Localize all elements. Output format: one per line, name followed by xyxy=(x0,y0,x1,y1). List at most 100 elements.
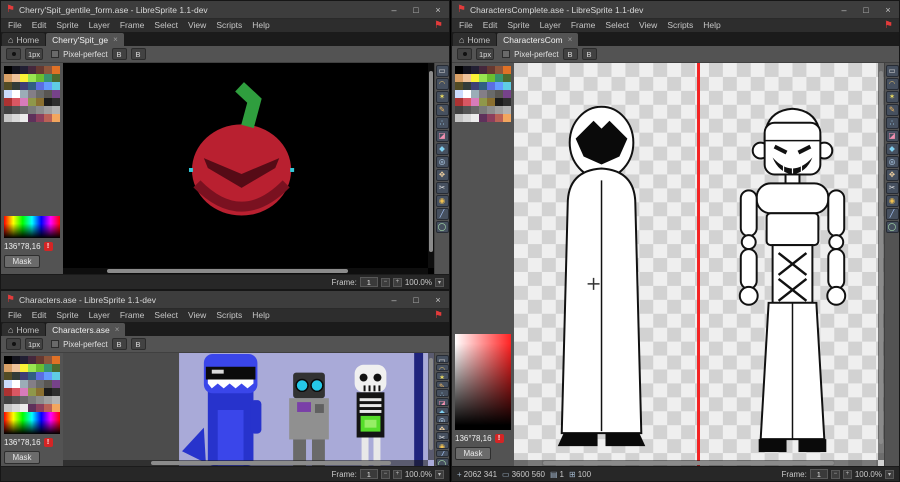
palette-swatch[interactable] xyxy=(36,404,44,412)
palette-swatch[interactable] xyxy=(44,388,52,396)
palette-swatch[interactable] xyxy=(28,404,36,412)
tab-close-icon[interactable]: × xyxy=(115,325,120,334)
palette-swatch[interactable] xyxy=(479,74,487,82)
palette-swatch[interactable] xyxy=(44,380,52,388)
mask-button[interactable]: Mask xyxy=(455,447,491,460)
close-button[interactable]: × xyxy=(877,1,899,18)
palette-swatch[interactable] xyxy=(4,388,12,396)
line-icon[interactable]: ╱ xyxy=(435,449,449,458)
palette-swatch[interactable] xyxy=(20,372,28,380)
palette-swatch[interactable] xyxy=(44,372,52,380)
ink-button-2[interactable]: B xyxy=(130,338,146,350)
palette-swatch[interactable] xyxy=(479,98,487,106)
palette-swatch[interactable] xyxy=(4,66,12,74)
palette-swatch[interactable] xyxy=(12,90,20,98)
frame-plus-button[interactable]: + xyxy=(392,469,402,479)
zoom-icon[interactable]: ◎ xyxy=(435,156,449,168)
hand-icon[interactable]: ✥ xyxy=(435,169,449,181)
palette-swatch[interactable] xyxy=(44,98,52,106)
menu-layer[interactable]: Layer xyxy=(84,19,115,32)
palette-swatch[interactable] xyxy=(455,90,463,98)
magic-wand-icon[interactable]: ✶ xyxy=(435,91,449,103)
palette-swatch[interactable] xyxy=(495,106,503,114)
brush-preview-button[interactable] xyxy=(457,48,472,60)
palette-swatch[interactable] xyxy=(20,106,28,114)
menu-edit[interactable]: Edit xyxy=(478,19,503,32)
ellipse-icon[interactable]: ◯ xyxy=(435,221,449,233)
palette-swatch[interactable] xyxy=(20,82,28,90)
palette-swatch[interactable] xyxy=(52,90,60,98)
mask-button[interactable]: Mask xyxy=(4,451,40,464)
palette-swatch[interactable] xyxy=(52,356,60,364)
menu-frame[interactable]: Frame xyxy=(566,19,601,32)
pixel-perfect-checkbox[interactable] xyxy=(51,340,60,348)
palette-swatch[interactable] xyxy=(495,66,503,74)
line-icon[interactable]: ╱ xyxy=(435,208,449,220)
maximize-button[interactable]: □ xyxy=(405,1,427,18)
palette-swatch[interactable] xyxy=(455,106,463,114)
palette-swatch[interactable] xyxy=(471,82,479,90)
menu-select[interactable]: Select xyxy=(149,19,183,32)
palette-swatch[interactable] xyxy=(28,106,36,114)
palette-swatch[interactable] xyxy=(479,114,487,122)
line-icon[interactable]: ╱ xyxy=(885,208,899,220)
palette-swatch[interactable] xyxy=(479,82,487,90)
palette-swatch[interactable] xyxy=(36,356,44,364)
palette-swatch[interactable] xyxy=(503,74,511,82)
ink-button-1[interactable]: B xyxy=(562,48,578,60)
palette-swatch[interactable] xyxy=(36,66,44,74)
palette-swatch[interactable] xyxy=(455,114,463,122)
pixel-perfect-checkbox[interactable] xyxy=(51,50,60,58)
palette-swatch[interactable] xyxy=(463,66,471,74)
color-spectrum[interactable] xyxy=(4,216,60,238)
spray-icon[interactable]: ∴ xyxy=(435,389,449,398)
brush-size-button[interactable]: 1px xyxy=(25,338,44,350)
titlebar[interactable]: ⚑ CharactersComplete.ase - LibreSprite 1… xyxy=(452,1,899,19)
palette-swatch[interactable] xyxy=(495,114,503,122)
palette-swatch[interactable] xyxy=(36,98,44,106)
slice-icon[interactable]: ✂ xyxy=(885,182,899,194)
palette-swatch[interactable] xyxy=(455,98,463,106)
palette-swatch[interactable] xyxy=(12,396,20,404)
palette-swatch[interactable] xyxy=(28,98,36,106)
rectangular-marquee-icon[interactable]: ▭ xyxy=(435,355,449,363)
hscroll-thumb[interactable] xyxy=(106,269,348,273)
palette-swatch[interactable] xyxy=(471,114,479,122)
tab-home[interactable]: ⌂ Home xyxy=(453,33,497,46)
palette-swatch[interactable] xyxy=(20,404,28,412)
palette-swatch[interactable] xyxy=(36,106,44,114)
maximize-button[interactable]: □ xyxy=(855,1,877,18)
palette-swatch[interactable] xyxy=(52,98,60,106)
palette-swatch[interactable] xyxy=(4,404,12,412)
minimize-button[interactable]: – xyxy=(833,1,855,18)
palette-swatch[interactable] xyxy=(471,74,479,82)
tab-close-icon[interactable]: × xyxy=(113,35,118,44)
ink-button-2[interactable]: B xyxy=(581,48,597,60)
frame-value[interactable]: 1 xyxy=(359,469,378,479)
eyedropper-icon[interactable]: ◆ xyxy=(435,406,449,415)
frame-minus-button[interactable]: − xyxy=(830,469,840,479)
menu-scripts[interactable]: Scripts xyxy=(211,19,247,32)
eraser-icon[interactable]: ◪ xyxy=(435,398,449,406)
ink-button-1[interactable]: B xyxy=(111,338,127,350)
palette-swatch[interactable] xyxy=(44,114,52,122)
palette-swatch[interactable] xyxy=(44,74,52,82)
menu-file[interactable]: File xyxy=(454,19,478,32)
menu-file[interactable]: File xyxy=(3,309,27,322)
ink-button-1[interactable]: B xyxy=(111,48,127,60)
pencil-icon[interactable]: ✎ xyxy=(435,380,449,389)
hand-icon[interactable]: ✥ xyxy=(885,169,899,181)
palette-swatch[interactable] xyxy=(52,106,60,114)
menu-file[interactable]: File xyxy=(3,19,27,32)
slice-icon[interactable]: ✂ xyxy=(435,182,449,194)
vertical-scrollbar[interactable] xyxy=(428,63,434,268)
menu-sprite[interactable]: Sprite xyxy=(502,19,534,32)
palette-swatch[interactable] xyxy=(36,364,44,372)
palette-swatch[interactable] xyxy=(36,388,44,396)
palette-swatch[interactable] xyxy=(28,74,36,82)
menu-sprite[interactable]: Sprite xyxy=(51,19,83,32)
menu-frame[interactable]: Frame xyxy=(115,19,150,32)
palette-swatch[interactable] xyxy=(12,388,20,396)
palette-swatch[interactable] xyxy=(4,114,12,122)
frame-value[interactable]: 1 xyxy=(359,277,378,287)
